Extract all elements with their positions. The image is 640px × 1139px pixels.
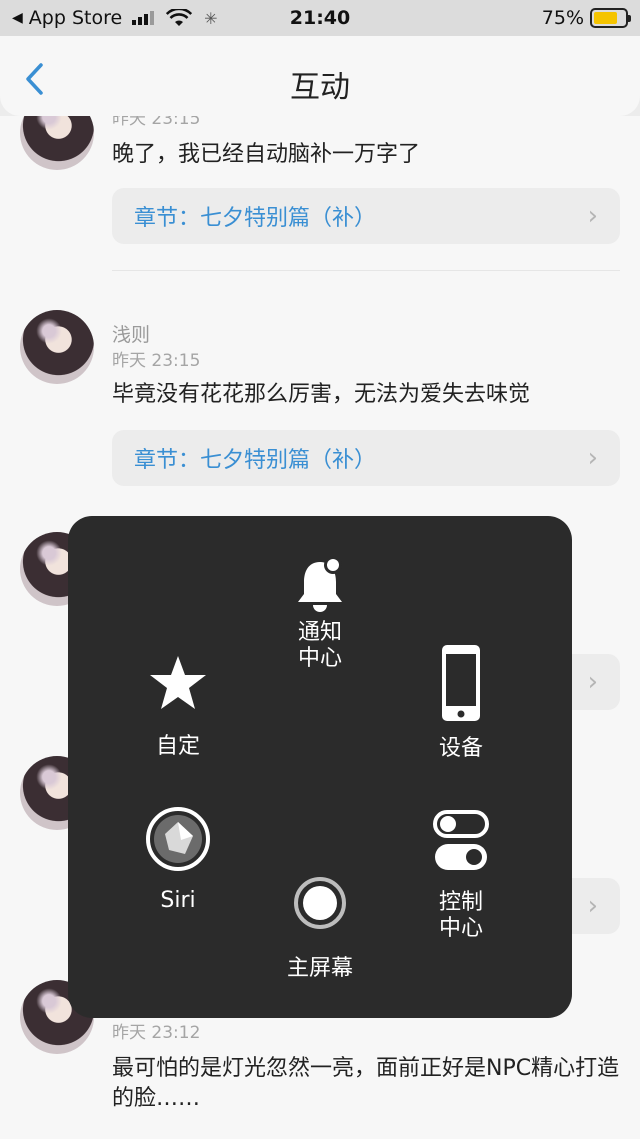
chevron-right-icon: › xyxy=(587,443,598,473)
control-center-label: 控制 中心 xyxy=(438,890,483,941)
assistive-touch-menu: 通知 中心 自定 设备 Siri 主屏幕 控制 中心 xyxy=(68,516,572,1018)
comment-time: 昨天 23:15 xyxy=(112,116,201,129)
control-center-button[interactable]: 控制 中心 xyxy=(411,810,511,942)
chapter-link-button[interactable]: 章节：七夕特别篇（补） › xyxy=(112,188,620,244)
wifi-icon xyxy=(166,9,193,26)
device-button[interactable]: 设备 xyxy=(411,644,511,762)
battery-percent: 75% xyxy=(541,7,584,29)
chevron-right-icon: › xyxy=(587,667,598,697)
comment-time: 昨天 23:15 xyxy=(112,351,201,371)
custom-label: 自定 xyxy=(155,734,200,759)
status-left: ◀ App Store ✳ xyxy=(12,7,218,29)
signal-icon xyxy=(132,11,155,25)
battery-fill xyxy=(594,12,617,24)
notification-center-label: 通知 中心 xyxy=(297,620,342,671)
chapter-link-label: 章节：七夕特别篇（补） xyxy=(134,206,377,231)
toggle-switches-icon xyxy=(433,810,489,870)
siri-label: Siri xyxy=(160,888,196,913)
status-bar: ◀ App Store ✳ 21:40 75% xyxy=(0,0,640,36)
back-to-app-icon[interactable]: ◀ xyxy=(12,10,23,26)
divider xyxy=(112,270,620,271)
star-icon xyxy=(150,656,206,709)
comment-text: 毕竟没有花花那么厉害，无法为爱失去味觉 xyxy=(112,382,531,407)
page-title: 互动 xyxy=(290,70,350,105)
custom-button[interactable]: 自定 xyxy=(128,654,228,760)
comment-time: 昨天 23:12 xyxy=(112,1023,201,1043)
bell-icon xyxy=(298,556,342,612)
comment-text: 最可怕的是灯光忽然一亮，面前正好是NPC精心打造的脸…… xyxy=(112,1056,620,1111)
home-screen-button[interactable]: 主屏幕 xyxy=(270,876,370,982)
phone-device-icon xyxy=(442,645,480,721)
home-button-icon xyxy=(294,877,346,929)
battery-icon xyxy=(590,8,631,28)
notification-center-button[interactable]: 通知 中心 xyxy=(270,556,370,672)
home-screen-label: 主屏幕 xyxy=(286,956,353,981)
chevron-right-icon: › xyxy=(587,891,598,921)
comment-username[interactable]: 浅则 xyxy=(112,320,150,347)
siri-button[interactable]: Siri xyxy=(128,806,228,914)
device-label: 设备 xyxy=(438,736,483,761)
avatar[interactable] xyxy=(20,310,94,384)
status-right: 75% xyxy=(541,7,631,29)
comment-text: 晚了，我已经自动脑补一万字了 xyxy=(112,142,421,167)
chapter-link-label: 章节：七夕特别篇（补） xyxy=(134,448,377,473)
loading-spinner-icon: ✳ xyxy=(204,8,218,28)
back-to-app-label[interactable]: App Store xyxy=(29,7,122,29)
chevron-right-icon: › xyxy=(587,201,598,231)
siri-icon xyxy=(146,807,210,871)
avatar[interactable] xyxy=(20,116,94,170)
nav-bar: 互动 xyxy=(0,36,640,116)
chapter-link-button[interactable]: 章节：七夕特别篇（补） › xyxy=(112,430,620,486)
